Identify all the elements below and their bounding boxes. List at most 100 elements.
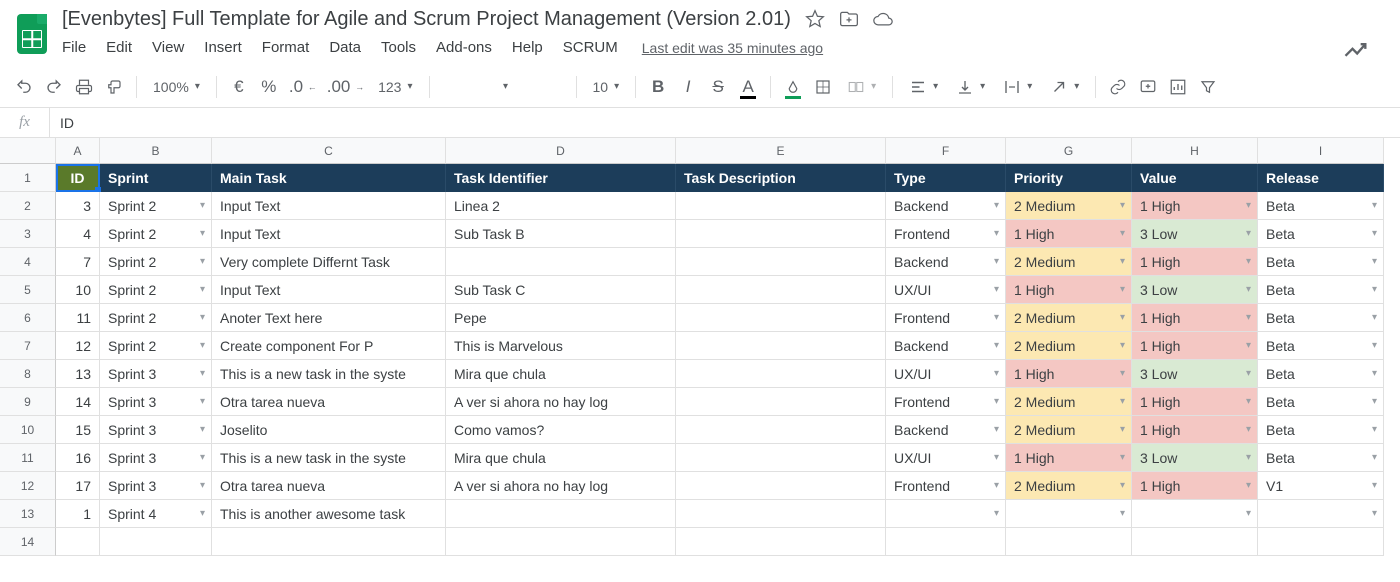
cell[interactable] [676, 220, 886, 248]
cell[interactable]: Otra tarea nueva [212, 388, 446, 416]
link-button[interactable] [1104, 73, 1132, 101]
row-header-14[interactable]: 14 [0, 528, 56, 556]
cell[interactable]: 2 Medium [1006, 248, 1132, 276]
row-header-2[interactable]: 2 [0, 192, 56, 220]
cell[interactable]: 3 Low [1132, 220, 1258, 248]
cell[interactable]: 1 High [1006, 444, 1132, 472]
cell[interactable] [886, 500, 1006, 528]
cell[interactable]: UX/UI [886, 444, 1006, 472]
row-header-10[interactable]: 10 [0, 416, 56, 444]
currency-button[interactable]: € [225, 73, 253, 101]
cell[interactable]: 1 [56, 500, 100, 528]
cell[interactable]: Frontend [886, 388, 1006, 416]
cell[interactable]: Sprint 3 [100, 472, 212, 500]
cell[interactable]: Joselito [212, 416, 446, 444]
cell[interactable]: 13 [56, 360, 100, 388]
header-id[interactable]: ID [56, 164, 100, 192]
doc-title[interactable]: [Evenbytes] Full Template for Agile and … [62, 8, 791, 31]
cell[interactable]: Mira que chula [446, 444, 676, 472]
cell[interactable]: 2 Medium [1006, 192, 1132, 220]
col-header-B[interactable]: B [100, 138, 212, 164]
cell[interactable] [100, 528, 212, 556]
move-icon[interactable] [839, 9, 859, 32]
cell[interactable]: Beta [1258, 388, 1384, 416]
cell[interactable]: 12 [56, 332, 100, 360]
cell[interactable]: Beta [1258, 332, 1384, 360]
menu-tools[interactable]: Tools [371, 35, 426, 60]
menu-view[interactable]: View [142, 35, 194, 60]
col-header-C[interactable]: C [212, 138, 446, 164]
spreadsheet-grid[interactable]: IDSprintMain TaskTask IdentifierTask Des… [56, 164, 1384, 556]
strike-button[interactable]: S [704, 73, 732, 101]
zoom-dropdown[interactable]: 100% [145, 73, 208, 101]
col-header-F[interactable]: F [886, 138, 1006, 164]
row-header-8[interactable]: 8 [0, 360, 56, 388]
cell[interactable]: 1 High [1006, 360, 1132, 388]
cell[interactable]: This is a new task in the syste [212, 444, 446, 472]
cell[interactable]: 7 [56, 248, 100, 276]
cell[interactable]: 15 [56, 416, 100, 444]
col-header-H[interactable]: H [1132, 138, 1258, 164]
cell[interactable]: A ver si ahora no hay log [446, 472, 676, 500]
header-val[interactable]: Value [1132, 164, 1258, 192]
cell[interactable]: Linea 2 [446, 192, 676, 220]
cell[interactable] [1258, 500, 1384, 528]
cell[interactable] [1006, 500, 1132, 528]
col-header-E[interactable]: E [676, 138, 886, 164]
cell[interactable] [676, 304, 886, 332]
row-header-13[interactable]: 13 [0, 500, 56, 528]
cell[interactable]: 1 High [1132, 416, 1258, 444]
cell[interactable]: 14 [56, 388, 100, 416]
col-header-D[interactable]: D [446, 138, 676, 164]
cell[interactable]: Backend [886, 192, 1006, 220]
cell[interactable]: 1 High [1132, 192, 1258, 220]
sheets-logo[interactable] [12, 8, 52, 60]
cell[interactable]: Beta [1258, 416, 1384, 444]
header-prio[interactable]: Priority [1006, 164, 1132, 192]
cell[interactable]: Beta [1258, 304, 1384, 332]
increase-decimal-button[interactable]: .00 → [323, 73, 368, 101]
italic-button[interactable]: I [674, 73, 702, 101]
header-tid[interactable]: Task Identifier [446, 164, 676, 192]
cell[interactable]: 16 [56, 444, 100, 472]
cell[interactable]: Sub Task C [446, 276, 676, 304]
cell[interactable]: Beta [1258, 444, 1384, 472]
cell[interactable]: Beta [1258, 248, 1384, 276]
cell[interactable]: 1 High [1132, 248, 1258, 276]
cell[interactable] [1132, 500, 1258, 528]
cell[interactable] [446, 528, 676, 556]
undo-button[interactable] [10, 73, 38, 101]
rotate-button[interactable] [1042, 73, 1087, 101]
cell[interactable] [1006, 528, 1132, 556]
cell[interactable]: Como vamos? [446, 416, 676, 444]
cell[interactable]: Otra tarea nueva [212, 472, 446, 500]
cell[interactable] [676, 388, 886, 416]
cell[interactable]: UX/UI [886, 276, 1006, 304]
cell[interactable]: Very complete Differnt Task [212, 248, 446, 276]
cell[interactable]: Backend [886, 332, 1006, 360]
col-header-I[interactable]: I [1258, 138, 1384, 164]
cell[interactable]: Backend [886, 248, 1006, 276]
cell[interactable]: 1 High [1132, 304, 1258, 332]
cell[interactable] [676, 360, 886, 388]
cell[interactable]: Beta [1258, 220, 1384, 248]
menu-insert[interactable]: Insert [194, 35, 252, 60]
formula-input[interactable]: ID [50, 115, 74, 131]
print-button[interactable] [70, 73, 98, 101]
valign-button[interactable] [948, 73, 993, 101]
cell[interactable]: Pepe [446, 304, 676, 332]
cell[interactable]: Sprint 2 [100, 304, 212, 332]
font-dropdown[interactable] [438, 73, 568, 101]
bold-button[interactable]: B [644, 73, 672, 101]
cell[interactable] [676, 472, 886, 500]
cell[interactable]: 1 High [1132, 388, 1258, 416]
menu-file[interactable]: File [62, 35, 96, 60]
cell[interactable] [1258, 528, 1384, 556]
cell[interactable] [676, 416, 886, 444]
header-main[interactable]: Main Task [212, 164, 446, 192]
cell[interactable] [676, 248, 886, 276]
cell[interactable]: 11 [56, 304, 100, 332]
halign-button[interactable] [901, 73, 946, 101]
cell[interactable] [676, 276, 886, 304]
cell[interactable] [446, 500, 676, 528]
